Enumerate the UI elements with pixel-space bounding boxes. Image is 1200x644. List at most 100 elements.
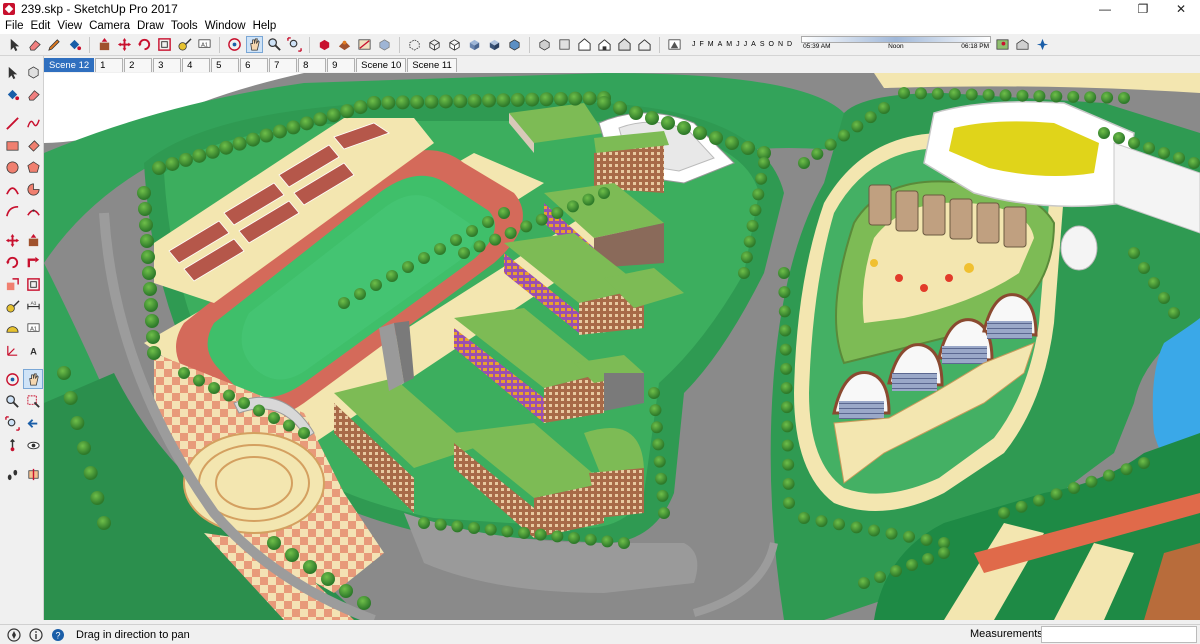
geo-location-icon[interactable] [994, 36, 1011, 53]
paint-bucket-icon[interactable] [66, 36, 83, 53]
month-label[interactable]: F [700, 41, 704, 48]
paint-bucket-icon[interactable] [2, 84, 22, 104]
freehand-icon[interactable] [23, 113, 43, 133]
shadow-time-track[interactable] [801, 35, 992, 43]
select-icon[interactable] [6, 36, 23, 53]
tape-measure-icon[interactable] [2, 296, 22, 316]
scale-icon[interactable] [2, 274, 22, 294]
warehouse-icon[interactable] [1014, 36, 1031, 53]
menu-view[interactable]: View [55, 20, 87, 32]
text-icon[interactable]: A1 [196, 36, 213, 53]
menu-tools[interactable]: Tools [169, 20, 203, 32]
pan-icon[interactable] [246, 36, 263, 53]
two-point-arc-icon[interactable] [2, 201, 22, 221]
scene-tab[interactable]: 3 [153, 57, 182, 72]
shadow-time-slider[interactable]: 05:39 AM Noon 06:18 PM [801, 35, 992, 54]
credits-info-icon[interactable] [28, 627, 44, 643]
three-point-arc-icon[interactable] [23, 201, 43, 221]
rotate-icon[interactable] [136, 36, 153, 53]
polygon-icon[interactable] [23, 157, 43, 177]
help-question-icon[interactable]: ? [50, 627, 66, 643]
shaded-icon[interactable] [466, 36, 483, 53]
pencil-icon[interactable] [46, 36, 63, 53]
month-label[interactable]: N [778, 41, 783, 48]
section-plane-icon[interactable] [23, 464, 43, 484]
select-icon[interactable] [2, 62, 22, 82]
shaded-textures-icon[interactable] [486, 36, 503, 53]
previous-view-icon[interactable] [23, 413, 43, 433]
rotate-icon[interactable] [2, 252, 22, 272]
month-label[interactable]: M [708, 41, 714, 48]
styles-icon[interactable] [356, 36, 373, 53]
maximize-button[interactable]: ❐ [1124, 0, 1162, 18]
extension-icon[interactable] [1034, 36, 1051, 53]
menu-help[interactable]: Help [251, 20, 282, 32]
protractor-icon[interactable] [2, 318, 22, 338]
tape-measure-icon[interactable] [176, 36, 193, 53]
follow-me-icon[interactable] [23, 252, 43, 272]
offset-icon[interactable] [23, 274, 43, 294]
make-component-icon[interactable] [23, 62, 43, 82]
front-view-icon[interactable] [576, 36, 593, 53]
iso-view-icon[interactable] [536, 36, 553, 53]
shadow-month-selector[interactable]: JFMAMJJASOND [692, 41, 792, 48]
scene-tab[interactable]: 9 [327, 57, 356, 72]
month-label[interactable]: J [744, 41, 748, 48]
measurements-input[interactable] [1041, 626, 1197, 643]
zoom-icon[interactable] [266, 36, 283, 53]
offset-icon[interactable] [156, 36, 173, 53]
month-label[interactable]: J [692, 41, 696, 48]
pie-icon[interactable] [23, 179, 43, 199]
walk-icon[interactable] [2, 464, 22, 484]
minimize-button[interactable]: — [1086, 0, 1124, 18]
scene-tab[interactable]: 1 [95, 57, 124, 72]
month-label[interactable]: S [760, 41, 765, 48]
3d-text-icon[interactable]: A [23, 340, 43, 360]
top-view-icon[interactable] [556, 36, 573, 53]
materials-icon[interactable] [336, 36, 353, 53]
rotated-rectangle-icon[interactable] [23, 135, 43, 155]
line-icon[interactable] [2, 113, 22, 133]
geo-location-status-icon[interactable] [6, 627, 22, 643]
wireframe-icon[interactable] [426, 36, 443, 53]
rectangle-icon[interactable] [2, 135, 22, 155]
eraser-icon[interactable] [23, 84, 43, 104]
zoom-icon[interactable] [2, 391, 22, 411]
menu-draw[interactable]: Draw [135, 20, 169, 32]
scene-tab[interactable]: Scene 12 [44, 57, 95, 72]
model-viewport[interactable] [44, 73, 1200, 620]
text-icon[interactable]: A1 [23, 318, 43, 338]
scene-tab[interactable]: Scene 10 [356, 57, 407, 72]
back-edges-icon[interactable] [406, 36, 423, 53]
move-icon[interactable] [116, 36, 133, 53]
scene-tab[interactable]: 2 [124, 57, 153, 72]
orbit-icon[interactable] [226, 36, 243, 53]
month-label[interactable]: M [726, 41, 732, 48]
axes-icon[interactable] [2, 340, 22, 360]
scene-tab[interactable]: 7 [269, 57, 298, 72]
zoom-extents-icon[interactable] [2, 413, 22, 433]
arc-icon[interactable] [2, 179, 22, 199]
menu-file[interactable]: File [3, 20, 29, 32]
push-pull-icon[interactable] [23, 230, 43, 250]
zoom-window-icon[interactable] [23, 391, 43, 411]
menu-edit[interactable]: Edit [29, 20, 56, 32]
left-view-icon[interactable] [636, 36, 653, 53]
components-icon[interactable] [316, 36, 333, 53]
shadows-toggle-icon[interactable] [666, 36, 683, 53]
scene-tab[interactable]: Scene 11 [407, 57, 457, 72]
menu-camera[interactable]: Camera [87, 20, 135, 32]
zoom-extents-icon[interactable] [286, 36, 303, 53]
circle-icon[interactable] [2, 157, 22, 177]
scene-tab[interactable]: 6 [240, 57, 269, 72]
push-pull-icon[interactable] [96, 36, 113, 53]
month-label[interactable]: D [787, 41, 792, 48]
orbit-icon[interactable] [2, 369, 22, 389]
position-camera-icon[interactable] [2, 435, 22, 455]
move-icon[interactable] [2, 230, 22, 250]
right-view-icon[interactable] [596, 36, 613, 53]
scene-tab[interactable]: 5 [211, 57, 240, 72]
month-label[interactable]: A [718, 41, 723, 48]
xray-icon[interactable] [376, 36, 393, 53]
look-around-icon[interactable] [23, 435, 43, 455]
